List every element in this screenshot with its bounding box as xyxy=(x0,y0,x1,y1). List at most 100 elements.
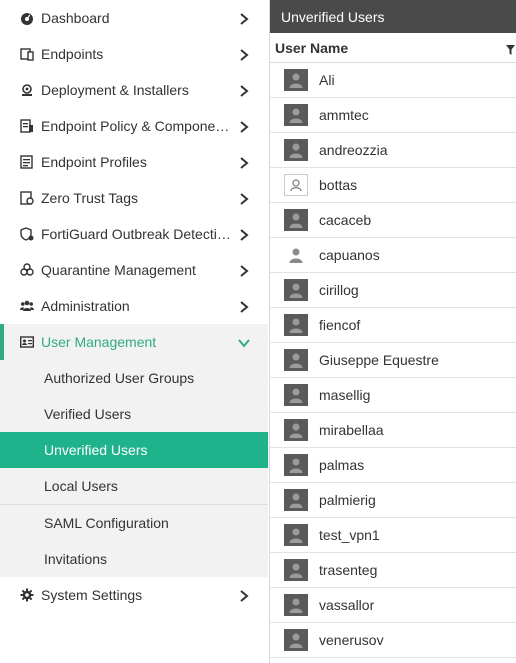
user-name: masellig xyxy=(319,387,371,403)
sub-item-invitations[interactable]: Invitations xyxy=(0,541,268,577)
chevron-right-icon xyxy=(238,264,250,277)
gear-icon xyxy=(20,588,34,602)
nav-item-endpoint-profiles[interactable]: Endpoint Profiles xyxy=(0,144,268,180)
profiles-icon xyxy=(20,155,34,169)
user-name: test_vpn1 xyxy=(319,527,380,543)
sub-item-unverified-users[interactable]: Unverified Users xyxy=(0,432,268,468)
nav-item-dashboard[interactable]: Dashboard xyxy=(0,0,268,36)
sub-item-saml-configuration[interactable]: SAML Configuration xyxy=(0,505,268,541)
users-icon xyxy=(20,299,34,313)
sub-item-verified-users[interactable]: Verified Users xyxy=(0,396,268,432)
user-management-submenu: Authorized User Groups Verified Users Un… xyxy=(0,360,268,577)
nav-item-label: User Management xyxy=(41,334,157,350)
user-avatar-icon xyxy=(284,209,308,231)
table-row[interactable]: mirabellaa xyxy=(270,413,516,448)
user-avatar-icon xyxy=(284,384,308,406)
table-row[interactable]: ammtec xyxy=(270,98,516,133)
user-name: palmierig xyxy=(319,492,376,508)
chevron-down-icon xyxy=(238,336,250,348)
nav-item-endpoint-policy[interactable]: Endpoint Policy & Components xyxy=(0,108,268,144)
table-row[interactable]: test_vpn1 xyxy=(270,518,516,553)
user-avatar-icon xyxy=(284,489,308,511)
chevron-right-icon xyxy=(238,120,250,133)
user-avatar-icon xyxy=(284,629,308,651)
nav-item-label: System Settings xyxy=(41,587,143,603)
endpoints-icon xyxy=(20,47,34,61)
table-row[interactable]: bottas xyxy=(270,168,516,203)
user-name: Ali xyxy=(319,72,335,88)
user-name: vassallor xyxy=(319,597,375,613)
chevron-right-icon xyxy=(238,84,250,97)
table-row[interactable]: andreozzia xyxy=(270,133,516,168)
table-row[interactable]: Ali xyxy=(270,63,516,98)
nav-item-label: Endpoints xyxy=(41,46,104,62)
user-avatar-icon xyxy=(284,524,308,546)
table-row[interactable]: masellig xyxy=(270,378,516,413)
nav-item-system-settings[interactable]: System Settings xyxy=(0,577,268,613)
panel-title: Unverified Users xyxy=(270,0,516,33)
user-name: palmas xyxy=(319,457,365,473)
chevron-right-icon xyxy=(238,192,250,205)
column-header-user-name[interactable]: User Name xyxy=(270,33,516,63)
user-name: ammtec xyxy=(319,107,369,123)
table-row[interactable]: trasenteg xyxy=(270,553,516,588)
nav-item-deployment[interactable]: Deployment & Installers xyxy=(0,72,268,108)
user-name: cirillog xyxy=(319,282,359,298)
nav-item-label: Administration xyxy=(41,298,130,314)
nav-item-label: Dashboard xyxy=(41,10,110,26)
table-row[interactable]: cacaceb xyxy=(270,203,516,238)
nav-item-label: Endpoint Policy & Components xyxy=(41,118,231,134)
user-avatar-icon xyxy=(284,419,308,441)
user-avatar-icon xyxy=(284,104,308,126)
table-row[interactable]: capuanos xyxy=(270,238,516,273)
biohazard-icon xyxy=(20,263,34,277)
column-header-label: User Name xyxy=(275,39,349,56)
chevron-right-icon xyxy=(238,48,250,61)
user-name: mirabellaa xyxy=(319,422,384,438)
user-name: andreozzia xyxy=(319,142,388,158)
user-avatar-icon xyxy=(284,454,308,476)
policy-icon xyxy=(20,119,34,133)
table-row[interactable]: Giuseppe Equestre xyxy=(270,343,516,378)
user-avatar-icon xyxy=(284,174,308,196)
sub-item-authorized-user-groups[interactable]: Authorized User Groups xyxy=(0,360,268,396)
nav-item-administration[interactable]: Administration xyxy=(0,288,268,324)
user-name: capuanos xyxy=(319,247,380,263)
filter-icon[interactable] xyxy=(506,42,515,58)
user-avatar-icon xyxy=(284,314,308,336)
user-avatar-icon xyxy=(284,69,308,91)
user-avatar-icon xyxy=(284,279,308,301)
nav-item-label: Deployment & Installers xyxy=(41,82,189,98)
chevron-right-icon xyxy=(238,12,250,25)
user-avatar-icon xyxy=(284,244,308,266)
table-row[interactable]: palmas xyxy=(270,448,516,483)
user-name: Giuseppe Equestre xyxy=(319,352,439,368)
table-row[interactable]: palmierig xyxy=(270,483,516,518)
user-name: trasenteg xyxy=(319,562,378,578)
dashboard-icon xyxy=(20,11,34,25)
nav-item-endpoints[interactable]: Endpoints xyxy=(0,36,268,72)
table-row[interactable]: fiencof xyxy=(270,308,516,343)
user-name: bottas xyxy=(319,177,358,193)
sidebar: Dashboard Endpoints Deployment & Install… xyxy=(0,0,268,663)
nav-item-user-management[interactable]: User Management xyxy=(0,324,268,360)
sub-item-local-users[interactable]: Local Users xyxy=(0,468,268,505)
user-avatar-icon xyxy=(284,594,308,616)
chevron-right-icon xyxy=(238,156,250,169)
table-row[interactable]: venerusov xyxy=(270,623,516,658)
user-avatar-icon xyxy=(284,559,308,581)
nav-item-quarantine[interactable]: Quarantine Management xyxy=(0,252,268,288)
chevron-right-icon xyxy=(238,300,250,313)
nav-item-label: Endpoint Profiles xyxy=(41,154,147,170)
tags-icon xyxy=(20,191,34,205)
id-card-icon xyxy=(20,335,34,349)
user-name: venerusov xyxy=(319,632,384,648)
chevron-right-icon xyxy=(238,589,250,602)
nav-item-fortiguard-outbreak[interactable]: FortiGuard Outbreak Detecti… xyxy=(0,216,268,252)
table-row[interactable]: cirillog xyxy=(270,273,516,308)
deployment-icon xyxy=(20,83,34,97)
nav-item-label: Quarantine Management xyxy=(41,262,196,278)
nav-item-zero-trust-tags[interactable]: Zero Trust Tags xyxy=(0,180,268,216)
table-row[interactable]: vassallor xyxy=(270,588,516,623)
nav-item-label: Zero Trust Tags xyxy=(41,190,139,206)
